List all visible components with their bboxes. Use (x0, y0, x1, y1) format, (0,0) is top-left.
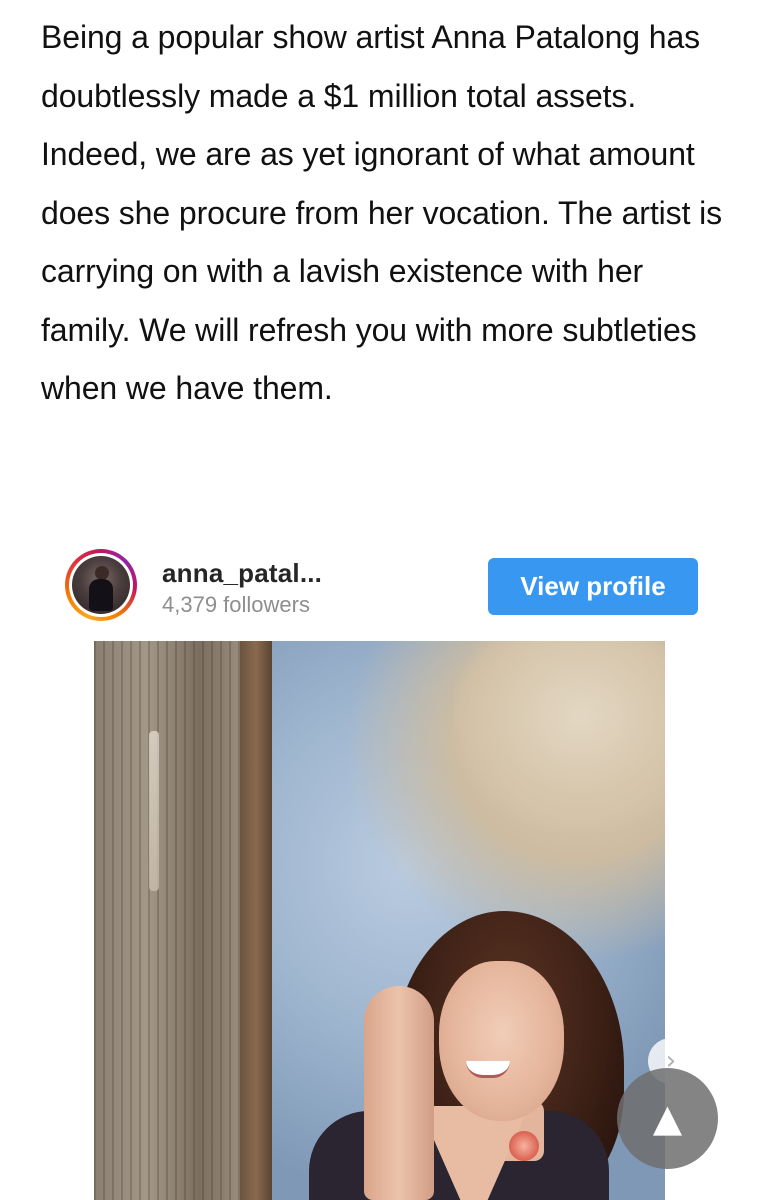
photo-woman-face (439, 961, 564, 1121)
photo-flower-print (509, 1131, 539, 1161)
instagram-embed-header: anna_patal... 4,379 followers View profi… (64, 546, 698, 626)
scroll-to-top-button[interactable]: ▲ (617, 1068, 718, 1169)
photo-woman-arm (364, 986, 434, 1200)
post-photo[interactable] (94, 641, 665, 1200)
username[interactable]: anna_patal... (162, 558, 322, 589)
article-paragraph: Being a popular show artist Anna Patalon… (41, 19, 723, 406)
view-profile-button[interactable]: View profile (488, 558, 698, 615)
avatar[interactable] (65, 549, 137, 621)
avatar-photo (72, 556, 130, 614)
follower-count: 4,379 followers (162, 592, 310, 617)
